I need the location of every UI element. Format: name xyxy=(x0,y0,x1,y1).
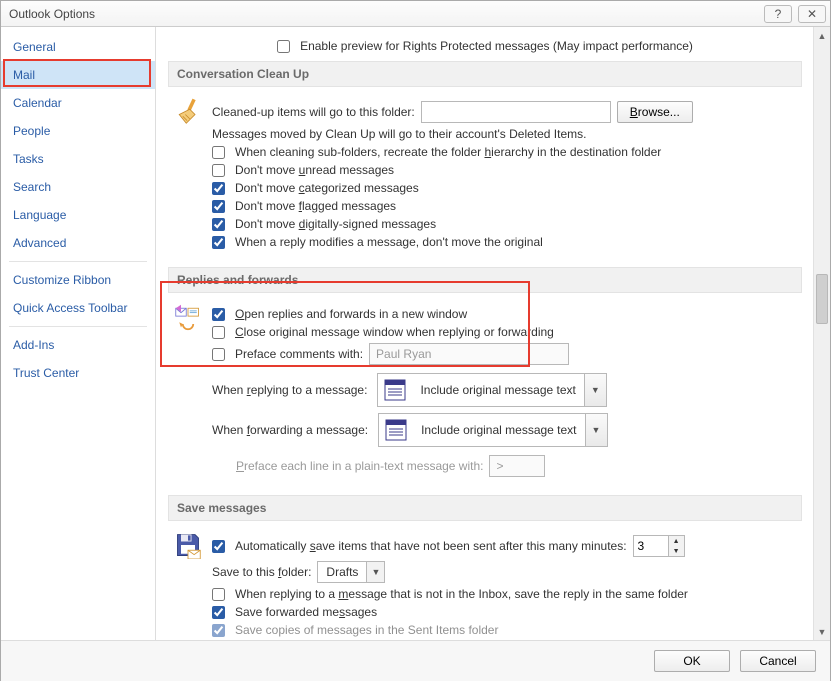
cleanup-signed-label: Don't move digitally-signed messages xyxy=(235,217,436,231)
autosave-minutes-input[interactable] xyxy=(634,536,668,556)
autosave-label: Automatically save items that have not b… xyxy=(235,539,627,553)
scroll-thumb[interactable] xyxy=(816,274,828,324)
window-title: Outlook Options xyxy=(9,7,95,21)
close-original-checkbox[interactable] xyxy=(212,326,225,339)
content-pane: Enable preview for Rights Protected mess… xyxy=(156,27,830,640)
sidebar-item-language[interactable]: Language xyxy=(1,201,155,229)
save-folder-select[interactable]: Drafts ▼ xyxy=(317,561,385,583)
cleanup-categorized-label: Don't move categorized messages xyxy=(235,181,419,195)
when-forwarding-value: Include original message text xyxy=(413,423,584,437)
save-folder-value: Drafts xyxy=(318,565,366,579)
open-new-window-label: Open replies and forwards in a new windo… xyxy=(235,307,467,321)
cleanup-reply-modifies-label: When a reply modifies a message, don't m… xyxy=(235,235,543,249)
reply-forward-icon xyxy=(174,303,202,331)
sidebar-divider xyxy=(9,261,147,262)
sidebar-item-general[interactable]: General xyxy=(1,33,155,61)
save-forwarded-label: Save forwarded messages xyxy=(235,605,377,619)
cleanup-recreate-hierarchy-label: When cleaning sub-folders, recreate the … xyxy=(235,145,661,159)
chevron-down-icon[interactable]: ▼ xyxy=(366,562,384,582)
help-button[interactable]: ? xyxy=(764,5,792,23)
sidebar-item-people[interactable]: People xyxy=(1,117,155,145)
enable-preview-row: Enable preview for Rights Protected mess… xyxy=(168,37,802,53)
cleanup-flagged-label: Don't move flagged messages xyxy=(235,199,396,213)
sidebar-item-tasks[interactable]: Tasks xyxy=(1,145,155,173)
preface-comments-label: Preface comments with: xyxy=(235,347,363,361)
cleanup-moved-note: Messages moved by Clean Up will go to th… xyxy=(212,127,586,141)
vertical-scrollbar[interactable]: ▲ ▼ xyxy=(813,27,830,640)
cleanup-folder-input[interactable] xyxy=(421,101,611,123)
footer: OK Cancel xyxy=(1,641,830,681)
preface-plain-label: Preface each line in a plain-text messag… xyxy=(236,459,483,473)
cancel-button[interactable]: Cancel xyxy=(740,650,816,672)
document-lines-icon xyxy=(378,374,412,406)
cleanup-unread-checkbox[interactable] xyxy=(212,164,225,177)
sidebar-item-customize-ribbon[interactable]: Customize Ribbon xyxy=(1,266,155,294)
save-reply-same-folder-checkbox[interactable] xyxy=(212,588,225,601)
enable-preview-label: Enable preview for Rights Protected mess… xyxy=(300,39,693,53)
save-sent-copies-label: Save copies of messages in the Sent Item… xyxy=(235,623,498,637)
save-reply-same-folder-label: When replying to a message that is not i… xyxy=(235,587,688,601)
cleanup-flagged-checkbox[interactable] xyxy=(212,200,225,213)
document-lines-icon xyxy=(379,414,413,446)
when-forwarding-label: When forwarding a message: xyxy=(212,423,368,437)
window-controls: ? ✕ xyxy=(764,5,826,23)
sidebar-item-advanced[interactable]: Advanced xyxy=(1,229,155,257)
when-replying-select[interactable]: Include original message text ▼ xyxy=(377,373,606,407)
cleanup-unread-label: Don't move unread messages xyxy=(235,163,394,177)
when-forwarding-select[interactable]: Include original message text ▼ xyxy=(378,413,607,447)
spin-up-icon[interactable]: ▲ xyxy=(669,536,684,546)
scroll-track[interactable] xyxy=(814,44,830,623)
cleanup-reply-modifies-checkbox[interactable] xyxy=(212,236,225,249)
cleanup-signed-checkbox[interactable] xyxy=(212,218,225,231)
cleanup-recreate-hierarchy-checkbox[interactable] xyxy=(212,146,225,159)
spin-down-icon[interactable]: ▼ xyxy=(669,546,684,556)
titlebar: Outlook Options ? ✕ xyxy=(1,1,830,27)
sidebar-divider xyxy=(9,326,147,327)
preface-comments-checkbox[interactable] xyxy=(212,348,225,361)
cleanup-folder-label: Cleaned-up items will go to this folder: xyxy=(212,105,415,119)
open-new-window-checkbox[interactable] xyxy=(212,308,225,321)
save-forwarded-checkbox[interactable] xyxy=(212,606,225,619)
when-replying-label: When replying to a message: xyxy=(212,383,367,397)
section-header-replies: Replies and forwards xyxy=(168,267,802,293)
sidebar-item-trust-center[interactable]: Trust Center xyxy=(1,359,155,387)
chevron-down-icon[interactable]: ▼ xyxy=(584,374,606,406)
scroll-up-icon[interactable]: ▲ xyxy=(814,27,830,44)
ok-button[interactable]: OK xyxy=(654,650,730,672)
sidebar-item-mail[interactable]: Mail xyxy=(1,61,155,89)
sidebar-item-add-ins[interactable]: Add-Ins xyxy=(1,331,155,359)
cleanup-categorized-checkbox[interactable] xyxy=(212,182,225,195)
close-original-label: Close original message window when reply… xyxy=(235,325,554,339)
chevron-down-icon[interactable]: ▼ xyxy=(585,414,607,446)
scroll-down-icon[interactable]: ▼ xyxy=(814,623,830,640)
preface-plain-input xyxy=(489,455,545,477)
section-header-cleanup: Conversation Clean Up xyxy=(168,61,802,87)
sidebar-item-quick-access-toolbar[interactable]: Quick Access Toolbar xyxy=(1,294,155,322)
sidebar-item-calendar[interactable]: Calendar xyxy=(1,89,155,117)
save-sent-copies-checkbox[interactable] xyxy=(212,624,225,637)
autosave-minutes-spinner[interactable]: ▲▼ xyxy=(633,535,685,557)
browse-button[interactable]: Browse... xyxy=(617,101,693,123)
save-folder-label: Save to this folder: xyxy=(212,565,311,579)
autosave-checkbox[interactable] xyxy=(212,540,225,553)
preface-comments-input xyxy=(369,343,569,365)
sidebar-item-search[interactable]: Search xyxy=(1,173,155,201)
floppy-disk-icon xyxy=(174,531,202,559)
broom-icon xyxy=(174,97,202,125)
section-header-save: Save messages xyxy=(168,495,802,521)
close-button[interactable]: ✕ xyxy=(798,5,826,23)
sidebar: General Mail Calendar People Tasks Searc… xyxy=(1,27,156,640)
when-replying-value: Include original message text xyxy=(412,383,583,397)
enable-preview-checkbox[interactable] xyxy=(277,40,290,53)
